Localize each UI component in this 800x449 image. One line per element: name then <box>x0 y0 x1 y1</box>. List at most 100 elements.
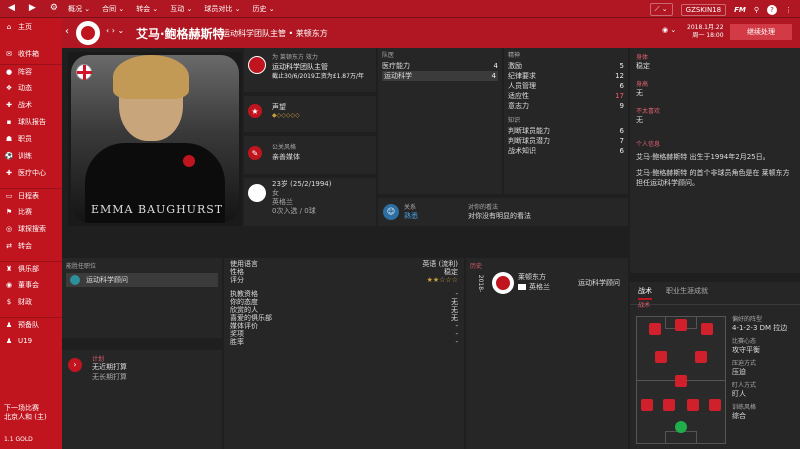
top-menu-bar: ◀ ▶ ⚙ 概况 ⌄ 合同 ⌄ 转会 ⌄ 互动 ⌄ 球员对比 ⌄ 历史 ⌄ ⟋ … <box>0 0 800 18</box>
attr-row[interactable]: 判断球员能力 6 <box>508 126 624 136</box>
profile-text-2: 艾马·鲍格赫斯特 的首个非球员角色是在 莱顿东方 担任运动科学顾问。 <box>636 169 790 187</box>
player-marker <box>687 399 699 411</box>
attr-name: 医疗能力 <box>382 62 410 70</box>
group-label: 精神 <box>508 52 521 59</box>
person-role: 运动科学团队主管 • 莱顿东方 <box>222 29 328 38</box>
role-row[interactable]: 运动科学顾问 <box>66 273 218 287</box>
sidebar-item-0[interactable]: ⌂ 主页 <box>0 20 62 34</box>
search-icon[interactable]: ⚲ <box>754 6 759 14</box>
continue-button[interactable]: 继续处理 <box>730 24 792 40</box>
settings-icon[interactable]: ⚙ <box>50 3 58 13</box>
rating-stars-icon: ★★☆☆☆ <box>426 276 458 284</box>
sidebar-label: 主页 <box>18 23 32 31</box>
detail-key: 性格 <box>230 268 244 276</box>
sidebar-item-9[interactable]: ▭ 日程表 <box>0 188 62 202</box>
sidebar-label: 董事会 <box>18 281 39 289</box>
menu-compare[interactable]: 球员对比 ⌄ <box>204 4 240 14</box>
attr-row[interactable]: 适应性 17 <box>508 91 624 101</box>
menu-overview[interactable]: 概况 ⌄ <box>68 4 90 14</box>
menu-transfer[interactable]: 转会 ⌄ <box>136 4 158 14</box>
attr-row[interactable]: 纪律要求 12 <box>508 71 624 81</box>
sidebar-item-3[interactable]: ❖ 动态 <box>0 81 62 95</box>
menu-interact[interactable]: 互动 ⌄ <box>170 4 192 14</box>
detail-value: 无 <box>451 306 458 314</box>
attr-row-highlight[interactable]: 运动科学 4 <box>382 71 498 81</box>
sidebar-item-6[interactable]: ☗ 职员 <box>0 132 62 146</box>
sidebar-item-13[interactable]: ♜ 俱乐部 <box>0 261 62 275</box>
history-label: 历史 <box>470 263 483 270</box>
fm-logo[interactable]: FM <box>734 6 746 14</box>
tab-career[interactable]: 职业生涯成就 <box>666 286 708 300</box>
sidebar-item-16[interactable]: ♟ 预备队 <box>0 317 62 331</box>
detail-row: 使用语言 英语 (流利) <box>230 260 458 268</box>
mentality-label: 比赛心态 <box>732 338 757 345</box>
crest-icon <box>80 25 96 41</box>
attr-value: 7 <box>619 137 624 145</box>
sidebar-item-2[interactable]: ● 阵容 <box>0 64 62 78</box>
sidebar-label: 日程表 <box>18 191 39 200</box>
training-value: 综合 <box>732 412 746 420</box>
sidebar-label: 预备队 <box>18 320 39 329</box>
edit-icon[interactable]: ⟋ ⌄ <box>649 3 673 16</box>
media-value: 亲善媒体 <box>272 153 300 161</box>
attr-row[interactable]: 医疗能力 4 <box>382 61 498 71</box>
plans-icon[interactable]: › <box>68 358 82 372</box>
sidebar-label: U19 <box>18 337 33 345</box>
attr-value: 6 <box>619 127 624 135</box>
help-icon[interactable]: ? <box>767 4 777 15</box>
attr-value: 4 <box>493 62 498 70</box>
attr-value: 6 <box>619 147 624 155</box>
back-icon[interactable]: ◀ <box>8 3 15 13</box>
training-label: 训练风格 <box>732 404 757 411</box>
finance-icon: $ <box>6 298 12 306</box>
sidebar-item-14[interactable]: ◉ 董事会 <box>0 278 62 292</box>
sidebar-item-17[interactable]: ♟ U19 <box>0 334 62 348</box>
history-club-crest <box>492 272 514 294</box>
menu-contract[interactable]: 合同 ⌄ <box>102 4 124 14</box>
reputation-label: 声望 <box>272 103 286 111</box>
save-name[interactable]: GZSKIN18 <box>680 3 727 16</box>
sidebar-item-12[interactable]: ⇄ 转会 <box>0 239 62 253</box>
sidebar-label: 战术 <box>18 101 32 109</box>
history-nation: 英格兰 <box>529 283 550 291</box>
person-photo: EMMA BAUGHURST <box>71 55 239 223</box>
home-icon: ⌂ <box>6 23 12 31</box>
sidebar-item-4[interactable]: ✚ 战术 <box>0 98 62 112</box>
attr-row[interactable]: 战术知识 6 <box>508 146 624 156</box>
sidebar-item-1[interactable]: ✉ 收件箱 <box>0 47 62 61</box>
relation-panel: ☺ 关系 熟悉 对你的看法 对你没有明显的看法 <box>378 198 628 226</box>
forward-icon[interactable]: ▶ <box>29 3 36 13</box>
sidebar-item-10[interactable]: ⚑ 比赛 <box>0 205 62 219</box>
detail-key: 奖项 <box>230 330 244 338</box>
attr-row[interactable]: 意志力 9 <box>508 101 624 111</box>
sidebar-item-7[interactable]: ⚽ 训练 <box>0 149 62 163</box>
star-icon: ★ <box>248 104 262 118</box>
player-marker <box>701 323 713 335</box>
nav-arrows-icon[interactable]: ‹ › ⌄ <box>106 26 124 35</box>
club-crest <box>76 21 100 45</box>
sidebar-item-11[interactable]: ◎ 球探搜索 <box>0 222 62 236</box>
detail-value: 无 <box>451 298 458 306</box>
detail-value: - <box>455 290 458 298</box>
prev-icon[interactable]: ‹ <box>65 26 69 37</box>
menu-history[interactable]: 历史 ⌄ <box>252 4 274 14</box>
attr-row[interactable]: 人员管理 6 <box>508 81 624 91</box>
menu-icon[interactable]: ⋮ <box>785 6 792 14</box>
scouting-icon: ◎ <box>5 225 13 233</box>
tab-tactics[interactable]: 战术 <box>638 286 652 300</box>
injury-value: 无 <box>636 89 643 97</box>
attr-row[interactable]: 判断球员潜力 7 <box>508 136 624 146</box>
club-switch-icon[interactable]: ◉ ⌄ <box>662 26 676 34</box>
history-club[interactable]: 莱顿东方 <box>518 272 546 282</box>
sidebar-item-8[interactable]: ✚ 医疗中心 <box>0 166 62 180</box>
mentality-value: 攻守平衡 <box>732 346 760 354</box>
sidebar-item-5[interactable]: ▪ 球队报告 <box>0 115 62 129</box>
tactics-label: 战术 <box>638 302 651 309</box>
next-match[interactable]: 下一场比赛 北京人和 (主) <box>4 404 47 422</box>
attr-row[interactable]: 激励 5 <box>508 61 624 71</box>
relation-value: 熟悉 <box>404 212 418 220</box>
detail-key: 使用语言 <box>230 260 258 268</box>
sidebar-item-15[interactable]: $ 财政 <box>0 295 62 309</box>
staff-icon: ☗ <box>5 135 13 143</box>
date-line: 2018.1月.22 <box>687 24 724 31</box>
